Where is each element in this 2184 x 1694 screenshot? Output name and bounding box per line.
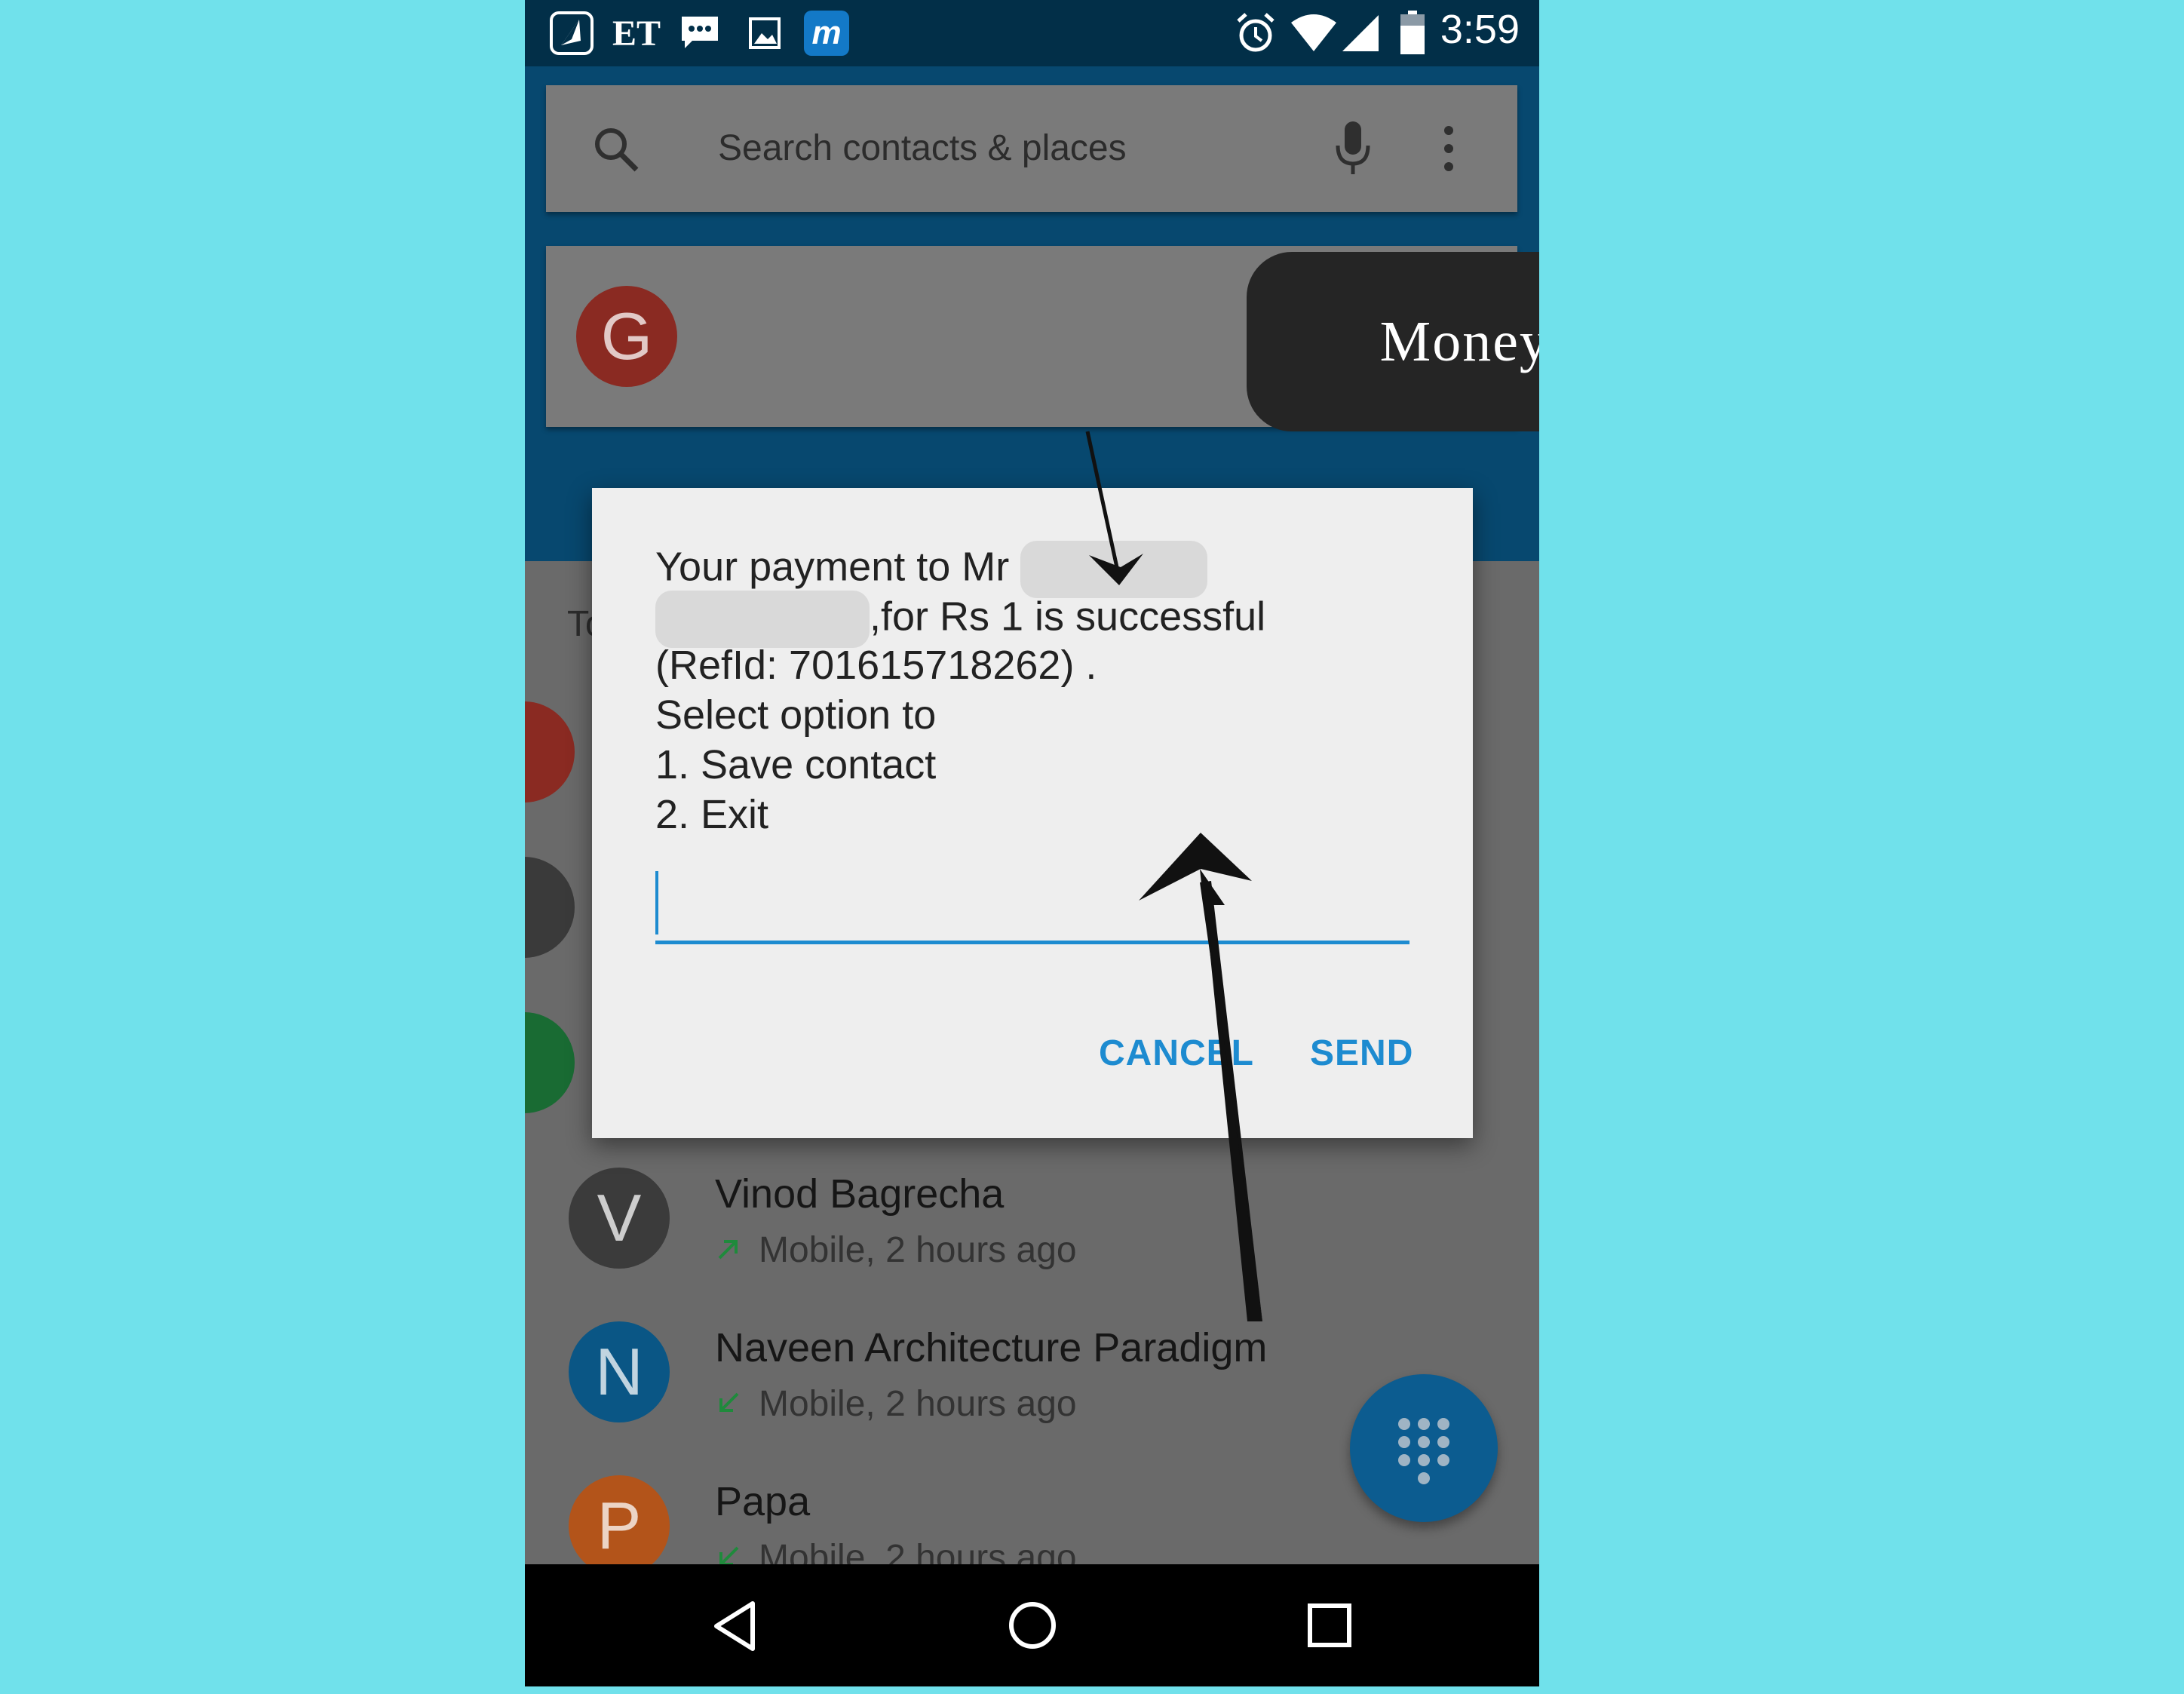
wifi-icon: [1291, 14, 1336, 51]
battery-icon: [1400, 11, 1425, 54]
navigation-bar: [525, 1564, 1539, 1686]
response-input[interactable]: [655, 865, 1409, 944]
ussd-dialog: Your payment to Mr ,for Rs 1 is successf…: [592, 488, 1473, 1138]
dialog-line-4: Select option to: [655, 692, 937, 738]
phone-screen: To V Vinod Bagrecha Mobile, 2 hours ago …: [525, 0, 1539, 1694]
alarm-icon: [1237, 13, 1275, 52]
et-icon: ET: [612, 13, 661, 54]
gallery-icon: [741, 11, 789, 56]
status-time: 3:59: [1440, 7, 1520, 52]
incoming-call-icon: [719, 1392, 739, 1412]
redacted-name: [1020, 541, 1208, 598]
search-icon[interactable]: [590, 123, 643, 176]
search-input[interactable]: Search contacts & places: [718, 127, 1127, 169]
dialog-line-1: Your payment to Mr: [655, 544, 1010, 590]
dialog-line-5: 1. Save contact: [655, 742, 937, 787]
annotation-callout: Money sent: [1247, 252, 1539, 431]
outgoing-call-icon: [718, 1240, 738, 1260]
send-button[interactable]: SEND: [1310, 1033, 1413, 1074]
contact-avatar: G: [576, 286, 677, 387]
dialpad-button[interactable]: [1350, 1374, 1498, 1522]
contact-name: Naveen Architecture Paradigm: [715, 1325, 1268, 1370]
dialog-message: Your payment to Mr ,for Rs 1 is successf…: [655, 541, 1265, 839]
back-icon[interactable]: [710, 1600, 759, 1652]
contact-avatar: V: [569, 1168, 670, 1269]
contact-avatar: P: [569, 1475, 670, 1576]
m-app-icon: m: [804, 11, 849, 56]
dialog-line-3: (RefId: 701615718262) .: [655, 643, 1097, 688]
contact-name: Vinod Bagrecha: [715, 1171, 1005, 1217]
recents-icon[interactable]: [1306, 1602, 1353, 1649]
cancel-button[interactable]: CANCEL: [1099, 1033, 1254, 1074]
redacted-name: [655, 591, 870, 648]
dialpad-icon: [1398, 1418, 1449, 1484]
signal-icon: [1342, 15, 1379, 51]
contact-avatar: N: [569, 1321, 670, 1422]
input-underline: [655, 941, 1409, 944]
text-cursor: [655, 871, 658, 934]
dialog-line-2: ,for Rs 1 is successful: [870, 594, 1266, 640]
call-detail: Mobile, 2 hours ago: [759, 1230, 1077, 1270]
home-icon[interactable]: [1006, 1599, 1059, 1652]
status-bar: ET m 3:59: [525, 0, 1539, 66]
search-bar[interactable]: Search contacts & places: [546, 85, 1517, 212]
chat-icon: [676, 11, 724, 56]
contact-name: Papa: [715, 1479, 811, 1524]
overflow-menu-icon[interactable]: [1437, 123, 1460, 176]
microphone-icon[interactable]: [1330, 118, 1376, 179]
call-detail: Mobile, 2 hours ago: [759, 1384, 1077, 1424]
kite-app-icon: [548, 11, 596, 56]
bottom-edge: [525, 1686, 1539, 1694]
dialog-line-6: 2. Exit: [655, 792, 769, 837]
